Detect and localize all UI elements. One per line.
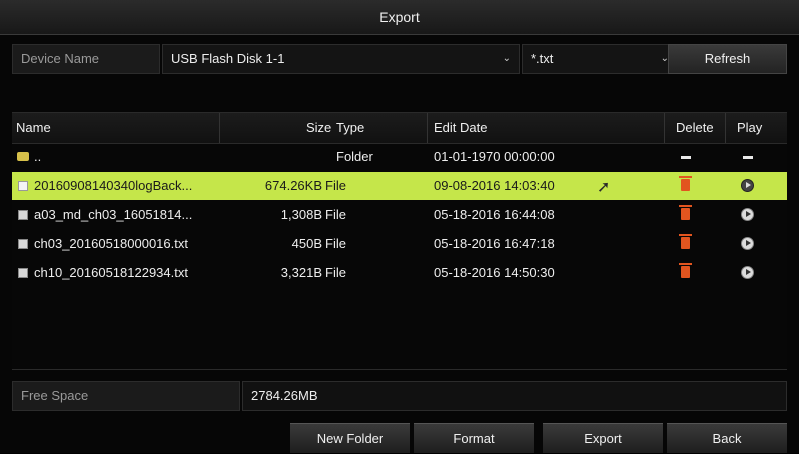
table-row[interactable]: ch10_20160518122934.txt 3,321B File 05-1…: [12, 259, 787, 287]
header-delete: Delete: [676, 120, 714, 135]
chevron-down-icon: ⌄: [502, 53, 511, 64]
header-type[interactable]: Type: [336, 113, 386, 143]
header-play: Play: [737, 120, 763, 135]
file-icon: [18, 239, 28, 249]
play-icon[interactable]: [741, 208, 754, 221]
header-size[interactable]: Size: [306, 113, 336, 143]
file-type-value: *.txt: [531, 51, 554, 66]
folder-up-icon: [17, 152, 29, 161]
row-size: [240, 143, 322, 171]
delete-unavailable-icon: [681, 156, 691, 159]
table-row[interactable]: ch03_20160518000016.txt 450B File 05-18-…: [12, 230, 787, 258]
format-button[interactable]: Format: [414, 423, 534, 453]
row-date: 09-08-2016 14:03:40: [434, 178, 555, 193]
file-icon: [18, 181, 28, 191]
device-select-value: USB Flash Disk 1-1: [171, 51, 285, 66]
header-divider: [725, 113, 727, 143]
row-date: 05-18-2016 16:44:08: [434, 207, 555, 222]
row-type: File: [325, 236, 346, 251]
new-folder-button[interactable]: New Folder: [290, 423, 410, 453]
free-space-label: Free Space: [12, 381, 240, 411]
row-type: File: [325, 178, 346, 193]
trash-icon[interactable]: [679, 234, 692, 249]
device-select[interactable]: USB Flash Disk 1-1 ⌄: [162, 44, 520, 74]
export-dialog: Export Device Name USB Flash Disk 1-1 ⌄ …: [0, 0, 799, 453]
row-name: 20160908140340logBack...: [34, 178, 193, 193]
header-divider: [427, 113, 429, 143]
row-size: 3,321B: [280, 265, 322, 280]
header-edit-date[interactable]: Edit Date: [434, 113, 554, 143]
play-unavailable-icon: [743, 156, 753, 159]
header-divider: [664, 113, 666, 143]
row-name: ch03_20160518000016.txt: [34, 236, 188, 251]
trash-icon[interactable]: [679, 205, 692, 220]
row-date: 05-18-2016 16:47:18: [434, 236, 555, 251]
play-icon[interactable]: [741, 266, 754, 279]
refresh-button[interactable]: Refresh: [668, 44, 787, 74]
row-date: 01-01-1970 00:00:00: [434, 149, 555, 164]
export-button[interactable]: Export: [543, 423, 663, 453]
file-icon: [18, 268, 28, 278]
row-name: ch10_20160518122934.txt: [34, 265, 188, 280]
trash-icon[interactable]: [679, 263, 692, 278]
back-button[interactable]: Back: [667, 423, 787, 453]
trash-icon[interactable]: [679, 176, 692, 191]
row-type: File: [325, 207, 346, 222]
play-icon[interactable]: [741, 179, 754, 192]
device-name-label: Device Name: [12, 44, 160, 74]
file-type-select[interactable]: *.txt ⌄: [522, 44, 678, 74]
row-type: File: [325, 265, 346, 280]
table-row[interactable]: a03_md_ch03_16051814... 1,308B File 05-1…: [12, 201, 787, 229]
free-space-row: Free Space 2784.26MB: [12, 381, 787, 411]
row-size: 1,308B: [280, 207, 322, 222]
header-divider: [219, 113, 221, 143]
row-type: Folder: [336, 149, 373, 164]
mouse-cursor-icon: ➚: [597, 179, 611, 196]
row-size: 450B: [291, 236, 322, 251]
table-row[interactable]: 20160908140340logBack... 674.26KB File 0…: [12, 172, 787, 200]
file-icon: [18, 210, 28, 220]
table-row[interactable]: .. Folder 01-01-1970 00:00:00: [12, 143, 787, 171]
table-header: Name Size Type Edit Date Delete Play: [12, 113, 787, 144]
row-name: ..: [34, 149, 42, 164]
row-size: 674.26KB: [264, 178, 322, 193]
device-row: Device Name USB Flash Disk 1-1 ⌄ *.txt ⌄…: [12, 44, 787, 74]
header-name[interactable]: Name: [16, 113, 236, 143]
dialog-title: Export: [0, 0, 799, 35]
row-name: a03_md_ch03_16051814...: [34, 207, 193, 222]
play-icon[interactable]: [741, 237, 754, 250]
file-table: Name Size Type Edit Date Delete Play .. …: [12, 112, 787, 370]
row-date: 05-18-2016 14:50:30: [434, 265, 555, 280]
free-space-value: 2784.26MB: [242, 381, 787, 411]
